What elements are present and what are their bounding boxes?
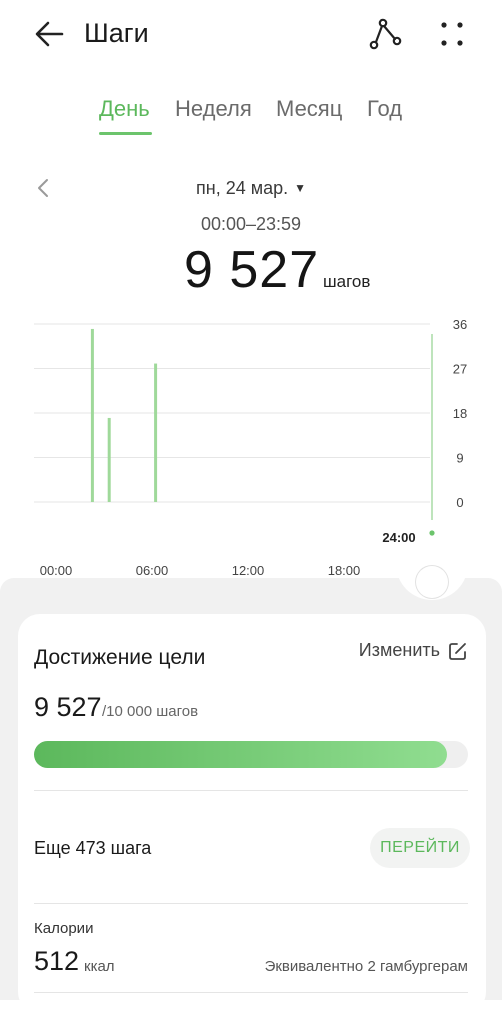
chart-bar — [107, 417, 111, 502]
calories-value: 512 — [34, 946, 80, 976]
calories-equivalent: Эквивалентно 2 гамбургерам — [264, 958, 468, 975]
sheet-handle[interactable] — [416, 566, 448, 598]
y-tick-label: 9 — [456, 451, 463, 466]
period-tabs: День Неделя Месяц Год — [0, 96, 502, 136]
x-tick-label: 18:00 — [328, 563, 361, 578]
goal-progress-fill — [34, 741, 448, 768]
divider — [34, 903, 468, 904]
calories-label: Калории — [34, 920, 94, 937]
tab-active-indicator — [99, 132, 152, 135]
y-tick-label: 0 — [456, 495, 463, 510]
divider — [34, 992, 468, 993]
app-bar: Шаги — [0, 0, 502, 70]
goal-current-steps: 9 527 — [34, 692, 102, 722]
date-selector[interactable]: пн, 24 мар. ▼ — [0, 178, 502, 199]
x-tick-label: 00:00 — [40, 563, 73, 578]
total-steps-unit: шагов — [323, 272, 371, 291]
chart-bar — [154, 363, 158, 502]
route-icon[interactable] — [364, 14, 404, 54]
steps-chart[interactable]: 36 27 18 9 0 24:00 00:00 06:00 12:00 18:00 — [0, 300, 502, 590]
x-tick-label: 12:00 — [232, 563, 265, 578]
date-label: пн, 24 мар. — [196, 178, 289, 198]
edit-goal-button[interactable]: Изменить — [359, 640, 468, 661]
tab-year[interactable]: Год — [367, 96, 402, 122]
total-steps: 9 527 — [184, 241, 320, 299]
goal-card: Достижение цели Изменить 9 527 /10 000 ш… — [18, 614, 486, 1014]
current-time-dot — [429, 530, 435, 536]
tab-month[interactable]: Месяц — [276, 96, 342, 122]
caret-down-icon: ▼ — [294, 181, 306, 195]
divider — [34, 790, 468, 791]
y-tick-label: 18 — [453, 406, 467, 421]
y-tick-label: 36 — [453, 317, 467, 332]
edit-label: Изменить — [358, 640, 440, 660]
goal-target: /10 000 шагов — [102, 703, 199, 720]
end-time-label: 24:00 — [382, 530, 415, 545]
goal-progress-bar — [34, 741, 468, 768]
tab-day[interactable]: День — [99, 96, 150, 122]
go-button[interactable]: ПЕРЕЙТИ — [370, 828, 470, 868]
chart-bar — [90, 328, 94, 502]
arrow-left-icon[interactable] — [30, 14, 70, 54]
tab-week[interactable]: Неделя — [175, 96, 252, 122]
time-range: 00:00–23:59 — [200, 214, 302, 234]
more-dots-icon[interactable] — [432, 14, 472, 54]
goal-title: Достижение цели — [34, 646, 206, 669]
steps-remaining: Еще 473 шага — [34, 838, 152, 858]
page-title: Шаги — [84, 18, 149, 48]
y-tick-label: 27 — [453, 362, 467, 377]
x-tick-label: 06:00 — [136, 563, 169, 578]
edit-icon — [449, 642, 466, 660]
calories-unit: ккал — [84, 958, 115, 975]
